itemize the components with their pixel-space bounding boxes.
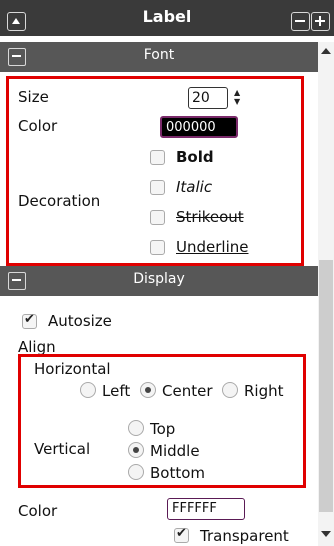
plus-icon — [315, 16, 325, 26]
transparent-checkbox[interactable] — [174, 526, 189, 543]
display-section-title: Display — [133, 271, 185, 287]
autosize-checkbox[interactable] — [22, 312, 37, 329]
display-color-input[interactable]: FFFFFF — [167, 498, 245, 520]
vertical-scrollbar[interactable] — [318, 42, 334, 546]
display-color-label: Color — [18, 502, 58, 520]
label-properties-panel: Label Font Size ▲ ▼ Color 000000 Decorat… — [0, 0, 334, 546]
minus-icon — [295, 20, 305, 22]
autosize-label: Autosize — [48, 312, 112, 330]
scroll-down-icon[interactable] — [321, 531, 331, 537]
font-section-title: Font — [143, 47, 175, 63]
font-settings-highlight — [6, 76, 304, 266]
add-button[interactable] — [311, 12, 330, 31]
title-bar: Label — [0, 0, 334, 36]
scroll-thumb[interactable] — [319, 260, 333, 512]
transparent-label: Transparent — [200, 527, 289, 545]
display-section-header[interactable]: Display — [0, 266, 318, 296]
scroll-up-icon[interactable] — [321, 48, 331, 54]
remove-button[interactable] — [291, 12, 310, 31]
window-title: Label — [142, 7, 192, 26]
align-settings-highlight — [18, 354, 306, 488]
font-section-header[interactable]: Font — [0, 42, 318, 72]
